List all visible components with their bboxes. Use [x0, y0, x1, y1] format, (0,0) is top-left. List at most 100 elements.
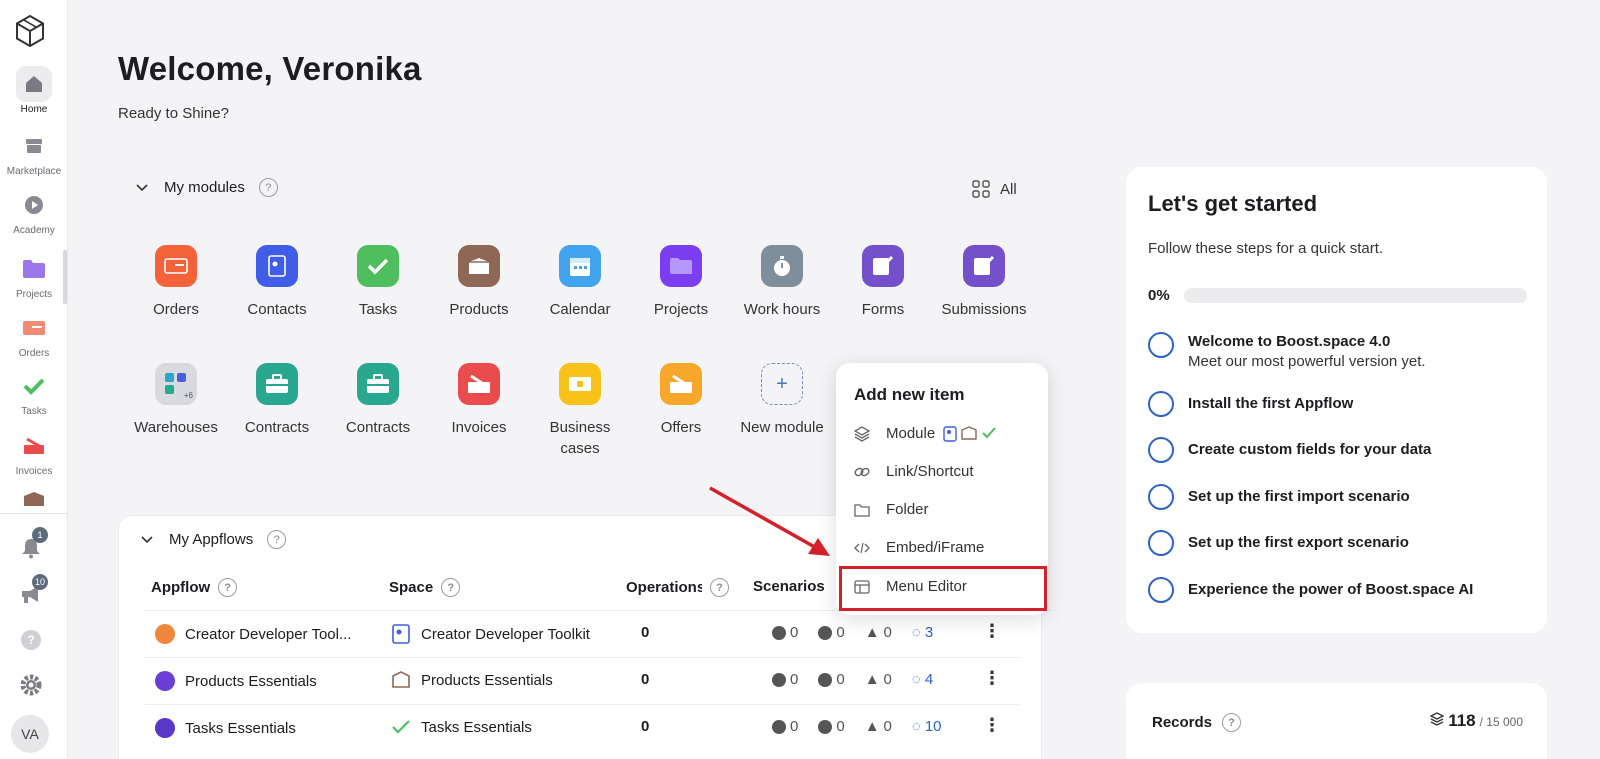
table-row[interactable]: Tasks Essentials Tasks Essentials 0 0 0 …	[145, 704, 1019, 751]
box-icon	[961, 425, 977, 440]
grid-icon	[972, 180, 990, 198]
sidebar-item-marketplace[interactable]: Marketplace	[0, 128, 68, 177]
scenarios-link[interactable]: ◌ 4	[912, 671, 933, 688]
popup-item-embed-iframe[interactable]: Embed/iFrame	[854, 539, 1034, 556]
pause-circle-icon	[818, 672, 833, 687]
popup-item-label: Folder	[886, 501, 929, 518]
help-button[interactable]: ?	[21, 630, 41, 650]
layers-icon	[854, 425, 870, 442]
step-item[interactable]: Create custom fields for your data	[1148, 437, 1431, 463]
sidebar-scrollbar[interactable]	[63, 250, 67, 304]
sidebar-item-orders[interactable]: Orders	[0, 310, 68, 359]
row-menu-button[interactable]: ⋮	[983, 621, 1001, 642]
sidebar-item-invoices[interactable]: Invoices	[0, 428, 68, 477]
step-circle-icon[interactable]	[1148, 437, 1174, 463]
popup-item-folder[interactable]: Folder	[854, 501, 1034, 518]
progress-label: 0%	[1148, 287, 1170, 304]
column-space[interactable]: Space?	[389, 578, 461, 597]
module-label: Offers	[660, 419, 702, 436]
step-circle-icon[interactable]	[1148, 530, 1174, 556]
row-menu-button[interactable]: ⋮	[983, 668, 1001, 689]
module-calendar[interactable]: Calendar	[530, 245, 630, 320]
popup-item-module[interactable]: Module	[854, 425, 1034, 442]
step-item[interactable]: Install the first Appflow	[1148, 391, 1353, 417]
records-help-icon[interactable]: ?	[1222, 713, 1242, 732]
module-contacts[interactable]: Contacts	[227, 245, 327, 320]
appflows-help-icon[interactable]: ?	[267, 530, 287, 549]
module-label: Tasks	[358, 301, 398, 318]
module-forms[interactable]: Forms	[833, 245, 933, 320]
row-menu-button[interactable]: ⋮	[983, 715, 1001, 736]
all-modules-link[interactable]: All	[972, 180, 1017, 198]
module-label: Business cases	[549, 419, 611, 457]
pause-circle-icon	[818, 719, 833, 734]
module-invoices[interactable]: Invoices	[429, 363, 529, 438]
modules-help-icon[interactable]: ?	[258, 178, 278, 197]
module-tasks[interactable]: Tasks	[328, 245, 428, 320]
sidebar-item-home[interactable]: Home	[0, 66, 68, 115]
module-projects[interactable]: Projects	[631, 245, 731, 320]
loading-icon: ◌	[911, 718, 921, 735]
check-icon	[982, 426, 996, 438]
help-icon[interactable]: ?	[218, 578, 238, 597]
module-contracts[interactable]: Contracts	[227, 363, 327, 438]
home-icon	[16, 66, 52, 102]
sidebar-item-projects[interactable]: Projects	[0, 251, 68, 300]
boostspace-logo-icon[interactable]	[14, 14, 46, 48]
chevron-down-icon[interactable]	[139, 532, 155, 548]
scenarios-link[interactable]: ◌ 10	[912, 718, 942, 735]
announcements-button[interactable]: 10	[20, 574, 49, 609]
code-icon	[854, 540, 870, 556]
step-item[interactable]: Set up the first export scenario	[1148, 530, 1409, 556]
appflow-name: Creator Developer Tool...	[185, 625, 352, 643]
column-operations[interactable]: Operations?	[626, 578, 729, 597]
sidebar-item-academy[interactable]: Academy	[0, 187, 68, 236]
module-products[interactable]: Products	[429, 245, 529, 320]
sidebar-item-tasks[interactable]: Tasks	[0, 368, 68, 417]
module-work-hours[interactable]: Work hours	[732, 245, 832, 320]
sidebar-item-label: Marketplace	[6, 166, 62, 177]
popup-item-link-shortcut[interactable]: Link/Shortcut	[854, 463, 1034, 480]
step-item[interactable]: Welcome to Boost.space 4.0 Meet our most …	[1148, 332, 1426, 372]
step-circle-icon[interactable]	[1148, 484, 1174, 510]
contact-card-icon	[392, 624, 410, 644]
module-label: New module	[740, 419, 824, 436]
step-item[interactable]: Experience the power of Boost.space AI	[1148, 577, 1473, 603]
play-icon	[16, 187, 52, 223]
invoice-icon	[16, 428, 52, 464]
folder-icon	[854, 502, 870, 518]
step-circle-icon[interactable]	[1148, 577, 1174, 603]
pause-circle-icon	[818, 625, 833, 640]
table-row[interactable]: Products Essentials Products Essentials …	[145, 657, 1019, 704]
chevron-down-icon[interactable]	[134, 180, 150, 196]
sidebar-item-label: Projects	[15, 289, 53, 300]
help-icon[interactable]: ?	[710, 578, 729, 597]
step-title: Experience the power of Boost.space AI	[1188, 581, 1474, 598]
settings-button[interactable]	[19, 673, 43, 702]
module-offers[interactable]: Offers	[631, 363, 731, 438]
column-scenarios[interactable]: Scenarios	[753, 578, 825, 595]
scenarios-link[interactable]: ◌ 3	[912, 624, 933, 641]
module-contracts-2[interactable]: Contracts	[328, 363, 428, 438]
step-circle-icon[interactable]	[1148, 391, 1174, 417]
warehouses-icon: +6	[155, 363, 197, 405]
notifications-button[interactable]: 1	[20, 527, 48, 564]
sidebar-item-label: Tasks	[21, 406, 47, 417]
module-submissions[interactable]: Submissions	[934, 245, 1034, 320]
sidebar-item-products-partial[interactable]	[0, 492, 68, 508]
step-item[interactable]: Set up the first import scenario	[1148, 484, 1410, 510]
new-module-button[interactable]: + New module	[732, 363, 832, 438]
module-business-cases[interactable]: Business cases	[530, 363, 630, 459]
module-label: Orders	[153, 301, 199, 318]
sidebar-item-label: Invoices	[15, 466, 53, 477]
module-warehouses[interactable]: +6 Warehouses	[126, 363, 226, 438]
avatar[interactable]: VA	[11, 715, 49, 753]
step-circle-icon[interactable]	[1148, 332, 1174, 358]
module-orders[interactable]: Orders	[126, 245, 226, 320]
module-label: Projects	[653, 301, 709, 318]
form-edit-icon	[963, 245, 1005, 287]
warning-icon: ▲	[864, 718, 880, 735]
column-appflow[interactable]: Appflow?	[151, 578, 238, 597]
help-icon[interactable]: ?	[441, 578, 461, 597]
table-row[interactable]: Creator Developer Tool... Creator Develo…	[145, 610, 1019, 657]
